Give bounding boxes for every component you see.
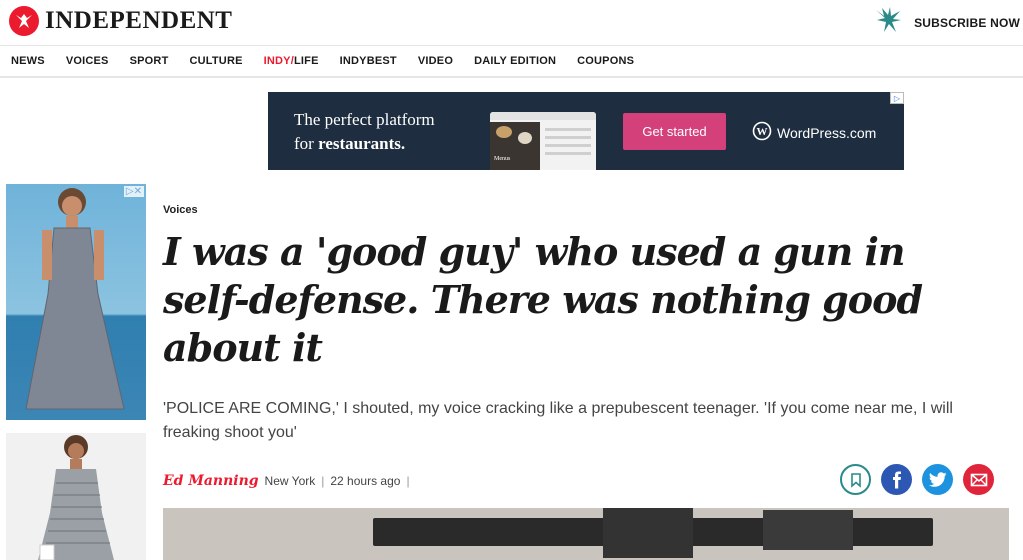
nav-item-news[interactable]: NEWS	[11, 55, 45, 67]
side-ad-dress-1[interactable]: ▷✕	[6, 184, 146, 420]
ad-line-2-prefix: for	[294, 134, 319, 153]
logo-text: INDEPENDENT	[45, 7, 233, 34]
nav-item-sport[interactable]: SPORT	[130, 55, 169, 67]
side-ad-dress-2[interactable]	[6, 433, 146, 560]
nav-item-culture[interactable]: CULTURE	[190, 55, 243, 67]
nav-item-indybest[interactable]: INDYBEST	[340, 55, 397, 67]
svg-text:W: W	[757, 126, 768, 138]
nav-item-indy-life[interactable]: INDY/LIFE	[264, 55, 319, 67]
email-share-button[interactable]	[963, 464, 994, 495]
location: New York	[264, 474, 316, 488]
facebook-icon	[892, 471, 901, 488]
ad-line-1: The perfect platform	[294, 110, 435, 129]
banner-ad[interactable]: The perfect platform for restaurants. Me…	[268, 92, 904, 170]
byline-divider: |	[321, 474, 325, 488]
nav-item-voices[interactable]: VOICES	[66, 55, 109, 67]
site-logo[interactable]: INDEPENDENT	[9, 6, 232, 36]
wordpress-brand: W WordPress.com	[752, 121, 876, 144]
ad-choices-icon[interactable]: ▷	[890, 92, 904, 104]
ad-headline: The perfect platform for restaurants.	[294, 108, 435, 156]
nav-item-video[interactable]: VIDEO	[418, 55, 453, 67]
wordpress-label: WordPress.com	[777, 124, 877, 141]
email-icon	[970, 473, 987, 486]
rifle-shape	[763, 510, 853, 550]
author-link[interactable]: Ed Manning	[163, 473, 259, 489]
ad-choices-icon[interactable]: ▷✕	[123, 186, 144, 197]
byline: Ed Manning New York | 22 hours ago |	[163, 473, 410, 489]
ad-line-2: for restaurants.	[294, 132, 435, 156]
publish-time: 22 hours ago	[330, 474, 401, 488]
bookmark-icon	[850, 472, 861, 488]
nav-item-coupons[interactable]: COUPONS	[577, 55, 634, 67]
nav-indy-prefix: INDY/	[263, 55, 294, 67]
rifle-shape	[603, 508, 693, 558]
dress-model-image	[38, 435, 114, 560]
main-nav: NEWS VOICES SPORT CULTURE INDY/LIFE INDY…	[0, 46, 1023, 78]
twitter-icon	[928, 472, 946, 487]
bookmark-button[interactable]	[840, 464, 871, 495]
ad-line-2-bold: restaurants.	[318, 134, 406, 153]
nav-item-daily-edition[interactable]: DAILY EDITION	[474, 55, 556, 67]
dress-model-image	[25, 188, 125, 410]
facebook-share-button[interactable]	[881, 464, 912, 495]
ad-preview-caption: Menus	[494, 156, 511, 162]
share-buttons	[840, 464, 994, 495]
subscribe-label: SUBSCRIBE NOW	[914, 15, 1020, 30]
ad-website-preview: Menus	[490, 112, 596, 170]
article-hero-image	[163, 508, 1009, 560]
section-label[interactable]: Voices	[163, 204, 198, 216]
nav-indy-suffix: LIFE	[293, 55, 319, 67]
subscribe-link[interactable]: SUBSCRIBE NOW	[874, 6, 1020, 39]
twitter-share-button[interactable]	[922, 464, 953, 495]
site-header: INDEPENDENT SUBSCRIBE NOW	[0, 0, 1023, 46]
independent-eagle-logo-icon	[9, 6, 39, 36]
wordpress-icon: W	[752, 121, 772, 144]
get-started-button[interactable]: Get started	[623, 113, 726, 150]
article-headline: I was a 'good guy' who used a gun in sel…	[163, 229, 923, 370]
byline-divider: |	[406, 474, 410, 488]
article-standfirst: 'POLICE ARE COMING,' I shouted, my voice…	[163, 400, 953, 441]
eagle-icon	[874, 6, 904, 39]
